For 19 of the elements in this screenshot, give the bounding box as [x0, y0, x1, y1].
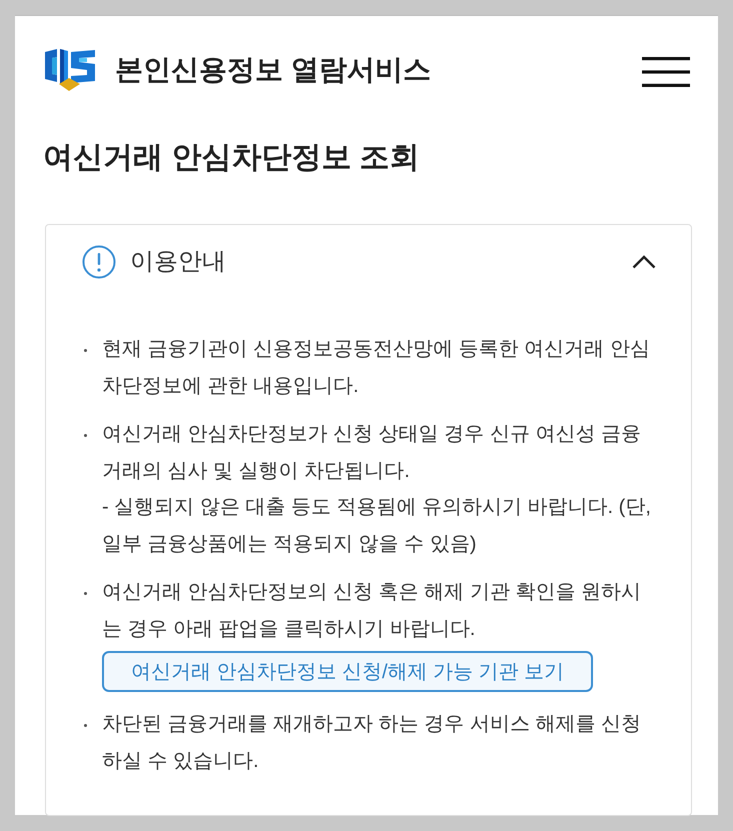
service-title: 본인신용정보 열람서비스 — [115, 53, 431, 87]
menu-icon — [642, 57, 690, 87]
notice-header[interactable]: 이용안내 — [82, 225, 656, 299]
notice-text: 여신거래 안심차단정보가 신청 상태일 경우 신규 여신성 금융거래의 심사 및 실행이 차단됩니다. — [102, 422, 642, 484]
bullet-icon — [84, 592, 87, 595]
menu-button[interactable] — [642, 57, 690, 87]
notice-text: 차단된 금융거래를 재개하고자 하는 경우 서비스 해제를 신청하실 수 있습니다. — [102, 712, 642, 774]
logo-icon — [43, 48, 97, 92]
notice-title: 이용안내 — [130, 247, 226, 277]
bullet-icon — [84, 434, 87, 437]
institutions-button[interactable]: 여신거래 안심차단정보 신청/해제 가능 기관 보기 — [102, 651, 593, 692]
notice-note: - 실행되지 않은 대출 등도 적용됨에 유의하시기 바랍니다. (단, 일부 금융상품에는 적용되지 않을 수 있음) — [102, 495, 652, 556]
notice-text: 현재 금융기관이 신용정보공동전산망에 등록한 여신거래 안심차단정보에 관한 내용입니다. — [102, 337, 651, 398]
page-title: 여신거래 안심차단정보 조회 — [43, 140, 421, 176]
bullet-icon — [84, 724, 87, 727]
info-icon — [82, 245, 116, 279]
notice-text: 여신거래 안심차단정보의 신청 혹은 해제 기관 확인을 원하시는 경우 아래 팝업을 클릭하시기 바랍니다. — [102, 580, 642, 642]
chevron-up-icon — [632, 255, 656, 269]
bullet-icon — [84, 349, 87, 352]
